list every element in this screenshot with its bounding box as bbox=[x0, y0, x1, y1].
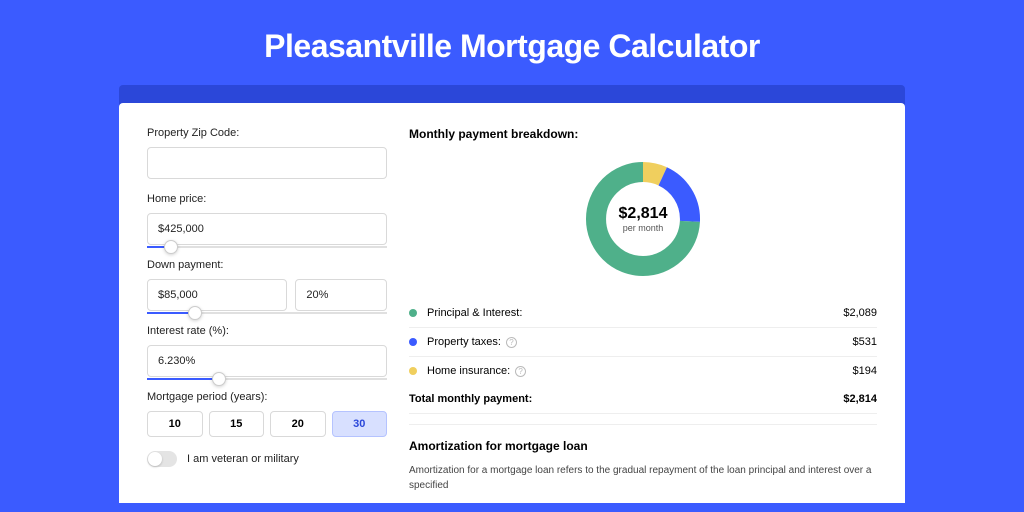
legend-value: $531 bbox=[853, 336, 877, 348]
legend-row-1: Property taxes:?$531 bbox=[409, 328, 877, 357]
calculator-frame: Property Zip Code: Home price: Down paym… bbox=[119, 85, 905, 503]
period-button-10[interactable]: 10 bbox=[147, 411, 203, 437]
interest-slider-thumb[interactable] bbox=[212, 372, 226, 386]
veteran-toggle[interactable] bbox=[147, 451, 177, 467]
home-price-field: Home price: bbox=[147, 193, 387, 245]
legend-total-row: Total monthly payment: $2,814 bbox=[409, 385, 877, 414]
legend-row-2: Home insurance:?$194 bbox=[409, 357, 877, 385]
period-field: Mortgage period (years): 10152030 bbox=[147, 391, 387, 437]
veteran-row: I am veteran or military bbox=[147, 451, 387, 467]
amortization-text: Amortization for a mortgage loan refers … bbox=[409, 463, 877, 493]
home-price-label: Home price: bbox=[147, 193, 387, 205]
legend-total-label: Total monthly payment: bbox=[409, 393, 843, 405]
home-price-slider-thumb[interactable] bbox=[164, 240, 178, 254]
interest-field: Interest rate (%): bbox=[147, 325, 387, 377]
legend-label: Home insurance:? bbox=[427, 365, 853, 377]
interest-label: Interest rate (%): bbox=[147, 325, 387, 337]
info-icon[interactable]: ? bbox=[515, 366, 526, 377]
donut-center: $2,814 per month bbox=[581, 157, 705, 281]
inputs-panel: Property Zip Code: Home price: Down paym… bbox=[147, 127, 387, 503]
home-price-slider-track[interactable] bbox=[147, 246, 387, 248]
legend-label: Property taxes:? bbox=[427, 336, 853, 348]
donut-sub: per month bbox=[623, 223, 664, 233]
down-payment-amount-input[interactable] bbox=[147, 279, 287, 311]
interest-input[interactable] bbox=[147, 345, 387, 377]
info-icon[interactable]: ? bbox=[506, 337, 517, 348]
legend-dot-icon bbox=[409, 309, 417, 317]
amortization-section: Amortization for mortgage loan Amortizat… bbox=[409, 424, 877, 493]
page-title: Pleasantville Mortgage Calculator bbox=[0, 0, 1024, 85]
calculator-card: Property Zip Code: Home price: Down paym… bbox=[119, 103, 905, 503]
period-button-15[interactable]: 15 bbox=[209, 411, 265, 437]
down-payment-slider-thumb[interactable] bbox=[188, 306, 202, 320]
period-label: Mortgage period (years): bbox=[147, 391, 387, 403]
zip-label: Property Zip Code: bbox=[147, 127, 387, 139]
interest-slider-fill bbox=[147, 378, 219, 380]
down-payment-label: Down payment: bbox=[147, 259, 387, 271]
zip-input[interactable] bbox=[147, 147, 387, 179]
period-button-30[interactable]: 30 bbox=[332, 411, 388, 437]
legend-dot-icon bbox=[409, 338, 417, 346]
legend-total-value: $2,814 bbox=[843, 393, 877, 405]
down-payment-percent-input[interactable] bbox=[295, 279, 387, 311]
legend-value: $2,089 bbox=[843, 307, 877, 319]
zip-field: Property Zip Code: bbox=[147, 127, 387, 179]
breakdown-panel: Monthly payment breakdown: $2,814 per mo… bbox=[409, 127, 877, 503]
legend-label: Principal & Interest: bbox=[427, 307, 843, 319]
legend-value: $194 bbox=[853, 365, 877, 377]
breakdown-title: Monthly payment breakdown: bbox=[409, 127, 877, 141]
legend-row-0: Principal & Interest:$2,089 bbox=[409, 299, 877, 328]
amortization-title: Amortization for mortgage loan bbox=[409, 439, 877, 453]
donut-chart-wrap: $2,814 per month bbox=[409, 149, 877, 299]
legend-dot-icon bbox=[409, 367, 417, 375]
home-price-input[interactable] bbox=[147, 213, 387, 245]
donut-chart: $2,814 per month bbox=[581, 157, 705, 281]
donut-amount: $2,814 bbox=[619, 205, 668, 223]
period-button-20[interactable]: 20 bbox=[270, 411, 326, 437]
down-payment-field: Down payment: bbox=[147, 259, 387, 311]
veteran-label: I am veteran or military bbox=[187, 453, 299, 465]
